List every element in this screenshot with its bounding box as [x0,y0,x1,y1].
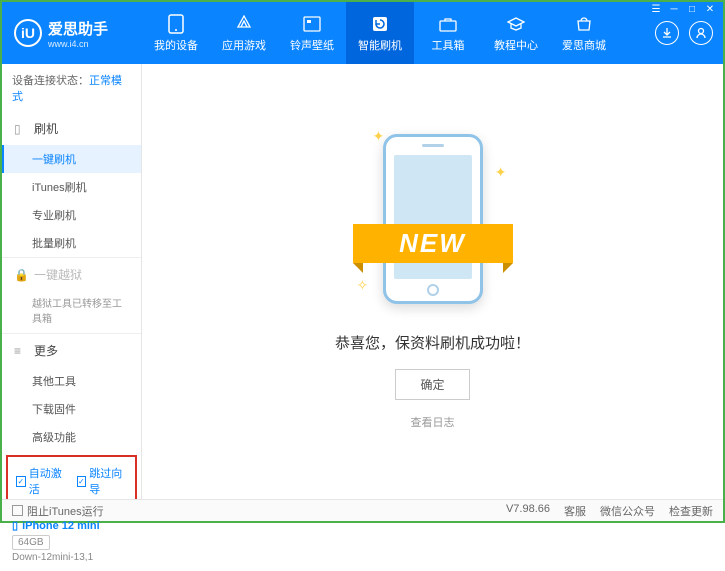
main-nav: 我的设备 应用游戏 铃声壁纸 智能刷机 工具箱 教程中心 爱思商城 [142,2,655,64]
sidebar-item-oneclick-flash[interactable]: 一键刷机 [2,145,141,173]
nav-smart-flash[interactable]: 智能刷机 [346,2,414,64]
nav-apps-games[interactable]: 应用游戏 [210,2,278,64]
sidebar-item-pro-flash[interactable]: 专业刷机 [2,201,141,229]
nav-my-device[interactable]: 我的设备 [142,2,210,64]
lock-icon: 🔒 [14,268,28,282]
device-storage: 64GB [12,535,50,550]
footer-service[interactable]: 客服 [564,503,586,519]
confirm-button[interactable]: 确定 [395,369,469,400]
refresh-icon [370,14,390,34]
store-icon [574,14,594,34]
app-name: 爱思助手 [48,18,108,39]
sidebar-flash-section[interactable]: ▯ 刷机 [2,112,141,145]
phone-icon: ▯ [14,122,28,136]
more-icon: ≡ [14,344,28,358]
sidebar-item-batch-flash[interactable]: 批量刷机 [2,229,141,257]
nav-ringtones[interactable]: 铃声壁纸 [278,2,346,64]
nav-tutorials[interactable]: 教程中心 [482,2,550,64]
sidebar-jailbreak-section: 🔒 一键越狱 [2,258,141,291]
nav-store[interactable]: 爱思商城 [550,2,618,64]
connection-status: 设备连接状态：正常模式 [2,64,141,112]
toolbox-icon [438,14,458,34]
footer: 阻止iTunes运行 V7.98.66 客服 微信公众号 检查更新 [2,499,723,521]
sidebar-item-other-tools[interactable]: 其他工具 [2,367,141,395]
minimize-button[interactable]: ─ [667,4,681,18]
footer-wechat[interactable]: 微信公众号 [600,503,655,519]
maximize-button[interactable]: □ [685,4,699,18]
success-message: 恭喜您，保资料刷机成功啦！ [335,332,530,353]
checkbox-skip-guide[interactable]: ✓跳过向导 [77,465,128,497]
menu-button[interactable]: ☰ [649,4,663,18]
new-ribbon: NEW [353,224,513,263]
sidebar-more-section[interactable]: ≡ 更多 [2,334,141,367]
checkbox-block-itunes[interactable]: 阻止iTunes运行 [12,503,104,519]
apps-icon [234,14,254,34]
device-icon [166,14,186,34]
jailbreak-note: 越狱工具已转移至工具箱 [2,291,141,333]
checkbox-auto-activate[interactable]: ✓自动激活 [16,465,67,497]
logo-icon: iU [14,19,42,47]
wallpaper-icon [302,14,322,34]
view-log-link[interactable]: 查看日志 [411,414,455,430]
version-label: V7.98.66 [506,503,550,519]
sidebar-item-itunes-flash[interactable]: iTunes刷机 [2,173,141,201]
sidebar-item-download-fw[interactable]: 下载固件 [2,395,141,423]
user-button[interactable] [689,21,713,45]
logo-area: iU 爱思助手 www.i4.cn [2,18,142,49]
device-model: Down-12mini-13,1 [12,552,131,563]
tutorial-icon [506,14,526,34]
close-button[interactable]: ✕ [703,4,717,18]
nav-toolbox[interactable]: 工具箱 [414,2,482,64]
phone-illustration: ✦ ✦ ✧ NEW [363,134,503,314]
sidebar-item-advanced[interactable]: 高级功能 [2,423,141,451]
app-header: iU 爱思助手 www.i4.cn 我的设备 应用游戏 铃声壁纸 智能刷机 工具… [2,2,723,64]
download-button[interactable] [655,21,679,45]
app-url: www.i4.cn [48,39,108,49]
sidebar: 设备连接状态：正常模式 ▯ 刷机 一键刷机 iTunes刷机 专业刷机 批量刷机… [2,64,142,499]
footer-update[interactable]: 检查更新 [669,503,713,519]
main-content: ✦ ✦ ✧ NEW 恭喜您，保资料刷机成功啦！ 确定 查看日志 [142,64,723,499]
